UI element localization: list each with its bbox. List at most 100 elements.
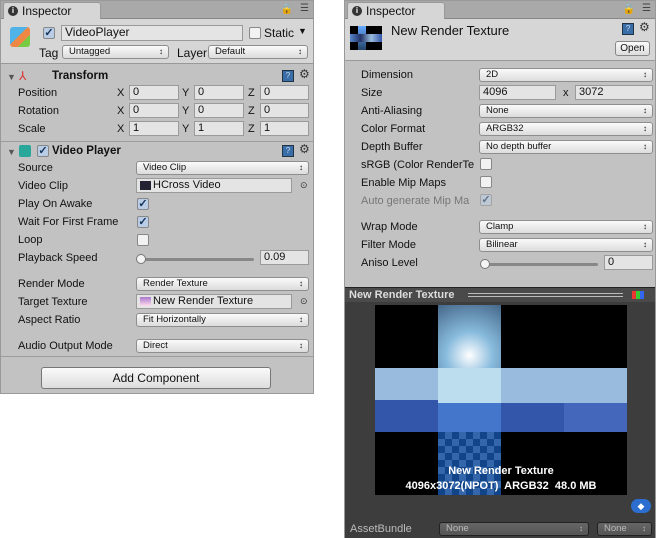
cube-icon [10,27,30,47]
rotation-y-field[interactable]: 0 [194,103,244,118]
lock-icon[interactable]: 🔒 [281,4,293,15]
layer-label: Layer [177,46,208,60]
video-clip-icon [140,181,151,190]
playback-speed-knob[interactable] [136,254,146,264]
help-icon[interactable]: ? [282,70,294,82]
assetbundle-variant-dropdown[interactable]: None [597,522,652,536]
dimension-dropdown[interactable]: 2D [479,68,653,82]
mip-maps-checkbox[interactable] [480,176,492,188]
rotation-z-field[interactable]: 0 [260,103,309,118]
target-texture-value: New Render Texture [153,295,254,307]
source-dropdown[interactable]: Video Clip [136,161,309,175]
position-x-field[interactable]: 0 [129,85,179,100]
cubemap-face-right [501,368,564,432]
aspect-ratio-dropdown[interactable]: Fit Horizontally [136,313,309,327]
anti-aliasing-label: Anti-Aliasing [361,105,423,117]
filter-mode-dropdown[interactable]: Bilinear [479,238,653,252]
rgb-channel-icon[interactable] [632,291,644,299]
position-z-field[interactable]: 0 [260,85,309,100]
axis-y-label: Y [182,105,190,117]
audio-output-label: Audio Output Mode [18,340,113,352]
gear-icon[interactable]: ⚙ [639,20,650,34]
wait-first-frame-checkbox[interactable]: ✓ [137,216,149,228]
axis-z-label: Z [248,87,255,99]
right-inspector: i Inspector 🔒 ☰ New Render Texture ? ⚙ Op… [344,0,656,538]
lock-icon[interactable]: 🔒 [623,4,635,15]
tag-label: Tag [39,46,59,60]
video-clip-label: Video Clip [18,180,68,192]
playback-speed-field[interactable]: 0.09 [260,250,309,265]
scale-z-field[interactable]: 1 [260,121,309,136]
scale-y-field[interactable]: 1 [194,121,244,136]
wrap-mode-dropdown[interactable]: Clamp [479,220,653,234]
add-component-button[interactable]: Add Component [41,367,271,389]
static-label: Static [264,26,295,40]
active-checkbox[interactable]: ✓ [43,27,55,39]
depth-buffer-dropdown[interactable]: No depth buffer [479,140,653,154]
color-format-label: Color Format [361,123,426,135]
tab-inspector[interactable]: i Inspector [3,2,101,19]
static-dropdown-icon[interactable]: ▼ [298,26,307,36]
left-inspector: i Inspector 🔒 ☰ ✓ VideoPlayer Static ▼ Ta… [0,0,314,394]
video-clip-field[interactable]: HCross Video [136,178,292,193]
axis-x-label: X [117,105,125,117]
tab-label: Inspector [22,4,72,18]
help-icon[interactable]: ? [282,145,294,157]
name-field[interactable]: VideoPlayer [61,25,243,41]
layer-dropdown[interactable]: Default [208,45,308,59]
aniso-level-knob[interactable] [480,259,490,269]
aniso-level-label: Aniso Level [361,257,418,269]
size-width-field[interactable]: 4096 [479,85,556,100]
srgb-checkbox[interactable] [480,158,492,170]
tab-bar: i Inspector 🔒 ☰ [1,1,313,19]
filter-mode-label: Filter Mode [361,239,417,251]
render-mode-dropdown[interactable]: Render Texture [136,277,309,291]
gear-icon[interactable]: ⚙ [299,142,310,156]
video-player-foldout[interactable]: ▼ [7,147,16,157]
rotation-x-field[interactable]: 0 [129,103,179,118]
size-label: Size [361,87,383,99]
tab-bar: i Inspector 🔒 ☰ [345,1,655,19]
asset-label-icon[interactable]: ◆ [631,499,651,513]
object-picker-icon[interactable]: ⊙ [300,180,308,191]
gear-icon[interactable]: ⚙ [299,67,310,81]
preview-header[interactable]: New Render Texture [345,287,655,302]
playback-speed-label: Playback Speed [18,252,98,264]
axis-x-label: X [117,87,125,99]
color-format-dropdown[interactable]: ARGB32 [479,122,653,136]
size-height-field[interactable]: 3072 [575,85,653,100]
mip-maps-label: Enable Mip Maps [361,177,446,189]
tag-dropdown[interactable]: Untagged [62,45,169,59]
transform-foldout[interactable]: ▼ [7,72,16,82]
loop-checkbox[interactable] [137,234,149,246]
scale-x-field[interactable]: 1 [129,121,179,136]
open-button[interactable]: Open [615,41,650,56]
target-texture-field[interactable]: New Render Texture [136,294,292,309]
depth-buffer-label: Depth Buffer [361,141,423,153]
transform-title: Transform [52,70,109,82]
tab-inspector[interactable]: i Inspector [347,2,445,19]
aniso-level-field[interactable]: 0 [604,255,653,270]
audio-output-dropdown[interactable]: Direct [136,339,309,353]
auto-mip-checkbox: ✓ [480,194,492,206]
play-on-awake-checkbox[interactable]: ✓ [137,198,149,210]
video-clip-value: HCross Video [153,179,221,191]
size-x-label: x [563,87,569,99]
auto-mip-label: Auto generate Mip Ma [361,195,470,207]
playback-speed-slider[interactable] [139,258,254,261]
preview-drag-handle[interactable] [468,293,623,297]
menu-icon[interactable]: ☰ [300,3,309,14]
video-player-enabled-checkbox[interactable]: ✓ [37,145,49,157]
static-checkbox[interactable] [249,27,261,39]
aniso-level-slider[interactable] [483,263,598,266]
asset-name: New Render Texture [391,23,510,38]
assetbundle-label: AssetBundle [350,523,412,535]
menu-icon[interactable]: ☰ [642,3,651,14]
axis-x-label: X [117,123,125,135]
anti-aliasing-dropdown[interactable]: None [479,104,653,118]
position-y-field[interactable]: 0 [194,85,244,100]
assetbundle-dropdown[interactable]: None [439,522,589,536]
object-picker-icon[interactable]: ⊙ [300,296,308,307]
help-icon[interactable]: ? [622,23,634,35]
gameobject-header: ✓ VideoPlayer Static ▼ Tag Untagged Laye… [1,19,313,64]
